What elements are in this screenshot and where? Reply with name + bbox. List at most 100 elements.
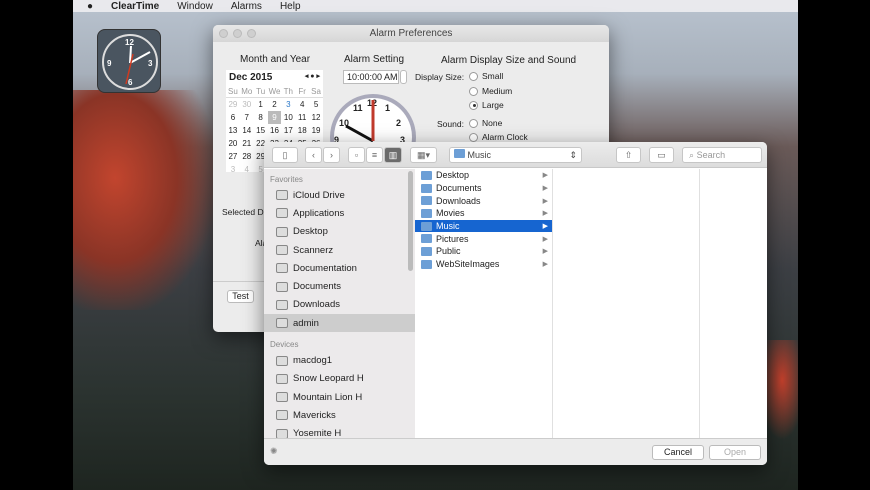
calendar-day[interactable]: 5: [309, 98, 323, 111]
calendar-day[interactable]: 1: [254, 98, 268, 111]
folder-item[interactable]: Pictures ▶: [415, 232, 552, 245]
share-button[interactable]: ⇧: [616, 147, 641, 163]
sidebar-item-label: macdog1: [293, 355, 333, 367]
calendar-day[interactable]: 10: [281, 111, 295, 124]
calendar-day[interactable]: 4: [240, 163, 254, 176]
folder-name: Downloads: [436, 195, 481, 206]
calendar-day[interactable]: 27: [226, 150, 240, 163]
calendar-day[interactable]: 14: [240, 124, 254, 137]
folder-item[interactable]: Movies ▶: [415, 207, 552, 220]
sidebar-item-mavericks[interactable]: Mavericks: [264, 406, 415, 424]
cancel-button[interactable]: Cancel: [652, 445, 704, 460]
folder-name: Movies: [436, 208, 465, 219]
calendar-day[interactable]: 17: [281, 124, 295, 137]
weekday-label: Su: [228, 87, 238, 96]
sidebar-item-label: Documentation: [293, 262, 357, 274]
close-button[interactable]: [219, 29, 228, 38]
calendar-day[interactable]: 12: [309, 111, 323, 124]
folder-icon: [276, 299, 288, 310]
zoom-button[interactable]: [247, 29, 256, 38]
menu-window[interactable]: Window: [177, 1, 213, 12]
open-button[interactable]: Open: [709, 445, 761, 460]
calendar-day[interactable]: 20: [226, 137, 240, 150]
sidebar-item-admin[interactable]: admin: [264, 314, 415, 333]
search-field[interactable]: ⌕ Search: [682, 147, 762, 163]
sound-none-radio[interactable]: None: [469, 118, 502, 128]
alarm-time-field[interactable]: 10:00:00 AM: [343, 70, 399, 84]
calendar-day[interactable]: 8: [254, 111, 268, 124]
calendar-day[interactable]: 3: [281, 98, 295, 111]
time-stepper[interactable]: [400, 70, 407, 84]
sidebar-item-snow-leopard-h[interactable]: Snow Leopard H: [264, 370, 415, 388]
back-button[interactable]: ‹: [305, 147, 322, 163]
folder-item[interactable]: Documents ▶: [415, 182, 552, 195]
list-view-button[interactable]: ≡: [366, 147, 383, 163]
calendar-day[interactable]: 19: [309, 124, 323, 137]
arrange-button[interactable]: ▦▾: [410, 147, 437, 163]
calendar-day[interactable]: 6: [226, 111, 240, 124]
folder-item[interactable]: WebSiteImages ▶: [415, 258, 552, 271]
calendar-day[interactable]: 9: [267, 111, 282, 124]
prev-month-icon[interactable]: ◂: [305, 73, 309, 80]
sidebar-item-applications[interactable]: Applications: [264, 204, 415, 222]
menu-help[interactable]: Help: [280, 1, 301, 12]
forward-button[interactable]: ›: [323, 147, 340, 163]
calendar-day[interactable]: 2: [268, 98, 282, 111]
sound-alarm-clock-radio[interactable]: Alarm Clock: [469, 132, 528, 142]
calendar-day[interactable]: 15: [254, 124, 268, 137]
calendar-day[interactable]: 11: [295, 111, 309, 124]
size-small-radio[interactable]: Small: [469, 71, 503, 81]
calendar-day[interactable]: 3: [226, 163, 240, 176]
sidebar-item-label: Applications: [293, 207, 345, 219]
weekday-label: We: [268, 87, 281, 96]
wallpaper-mountain: [73, 90, 213, 310]
devices-heading: Devices: [270, 340, 299, 350]
calendar-day[interactable]: 28: [240, 150, 254, 163]
calendar-day[interactable]: 29: [226, 98, 240, 111]
sidebar-item-downloads[interactable]: Downloads: [264, 296, 415, 314]
folder-icon: [276, 318, 288, 329]
size-medium-radio[interactable]: Medium: [469, 86, 512, 96]
minimize-button[interactable]: [233, 29, 242, 38]
column-view-button[interactable]: ▥: [384, 147, 402, 163]
menu-app[interactable]: ClearTime: [111, 1, 159, 12]
sidebar-item-label: iCloud Drive: [293, 189, 345, 201]
size-large-radio[interactable]: Large: [469, 100, 504, 110]
folder-icon: [421, 170, 432, 180]
sidebar-item-yosemite-h[interactable]: Yosemite H: [264, 425, 415, 438]
title-bar[interactable]: Alarm Preferences: [213, 25, 609, 42]
folder-item[interactable]: Downloads ▶: [415, 194, 552, 207]
apple-icon[interactable]: ●: [87, 1, 93, 12]
calendar-day[interactable]: 16: [268, 124, 282, 137]
sidebar-item-mountain-lion-h[interactable]: Mountain Lion H: [264, 388, 415, 406]
folder-icon: [276, 208, 288, 219]
sidebar-toggle-button[interactable]: ▯: [272, 147, 298, 163]
tag-button[interactable]: ▭: [649, 147, 674, 163]
sidebar-item-documents[interactable]: Documents: [264, 277, 415, 295]
folder-item[interactable]: Public ▶: [415, 245, 552, 258]
sidebar-item-scannerz[interactable]: Scannerz: [264, 241, 415, 259]
chevron-right-icon: ▶: [542, 172, 548, 180]
test-button[interactable]: Test: [227, 290, 254, 303]
calendar-day[interactable]: 18: [295, 124, 309, 137]
sidebar-item-icloud-drive[interactable]: iCloud Drive: [264, 186, 415, 204]
today-icon[interactable]: ●: [310, 73, 314, 80]
sidebar-item-macdog1[interactable]: macdog1: [264, 351, 415, 369]
calendar-day[interactable]: 13: [226, 124, 240, 137]
calendar-day[interactable]: 4: [295, 98, 309, 111]
calendar-day[interactable]: 7: [240, 111, 254, 124]
sidebar-item-documentation[interactable]: Documentation: [264, 259, 415, 277]
icon-view-button[interactable]: ▫: [348, 147, 365, 163]
path-popup[interactable]: Music ⇕: [449, 147, 582, 163]
folder-item[interactable]: Music ▶: [415, 219, 552, 233]
weekday-label: Tu: [256, 87, 266, 96]
clock-widget[interactable]: 12 3 6 9: [97, 29, 161, 93]
calendar-day[interactable]: 21: [240, 137, 254, 150]
sidebar-item-desktop[interactable]: Desktop: [264, 223, 415, 241]
folder-item[interactable]: Desktop ▶: [415, 169, 552, 182]
search-icon: ⌕: [689, 150, 695, 160]
next-month-icon[interactable]: ▸: [316, 73, 320, 80]
menu-alarms[interactable]: Alarms: [231, 1, 262, 12]
calendar-day[interactable]: 30: [240, 98, 254, 111]
sidebar-scrollbar[interactable]: [408, 171, 413, 271]
